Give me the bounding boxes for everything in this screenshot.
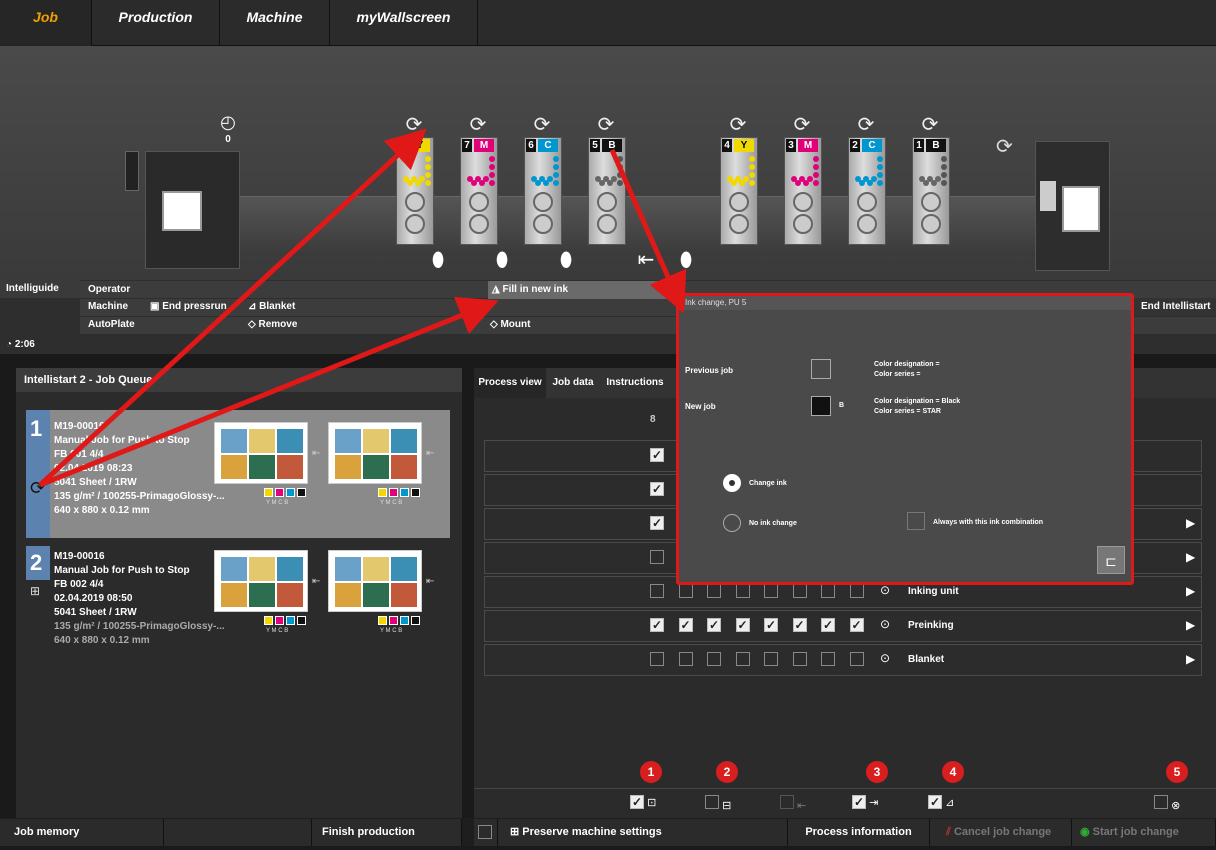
ink-unit-status-icon[interactable]: ⟳ <box>530 112 554 137</box>
arrow <box>39 296 499 488</box>
ink-unit-status-icon[interactable]: ⟳ <box>854 112 878 137</box>
ink-unit-status-icon[interactable]: ⟳ <box>402 112 426 137</box>
ink-unit-status-icon[interactable]: ⟳ <box>594 112 618 137</box>
ink-unit-status-icon[interactable]: ⟳ <box>918 112 942 137</box>
ink-unit-status-icon[interactable]: ⟳ <box>790 112 814 137</box>
arrow <box>38 128 427 487</box>
ink-unit-status-icon[interactable]: ⟳ <box>726 112 750 137</box>
arrow <box>609 148 687 314</box>
ink-unit-status-icon[interactable]: ⟳ <box>466 112 490 137</box>
